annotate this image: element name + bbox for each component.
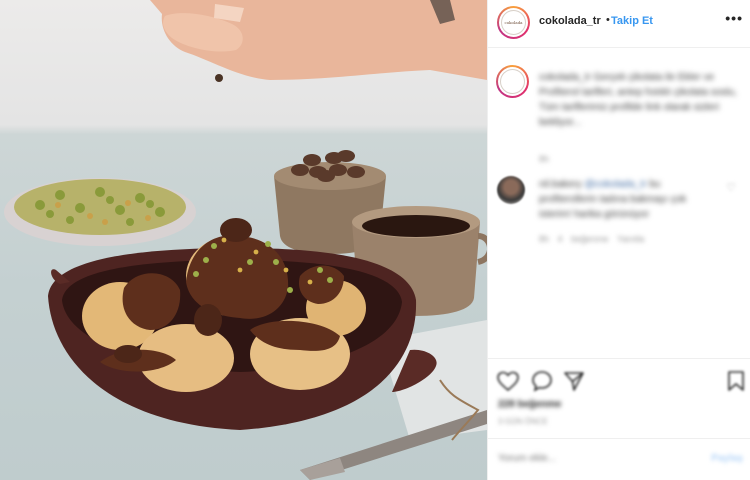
heart-icon[interactable] [496,369,520,393]
action-bar: 228 beğenme 3 GÜN ÖNCE [488,358,750,438]
commenter-avatar[interactable] [497,176,525,204]
post-image[interactable] [0,0,487,480]
caption-text: cokolada_tr Gerçek çikolata ile Ekler ve… [539,72,737,128]
share-plane-icon[interactable] [562,369,586,393]
post-header: cokolada cokolada_tr • Takip Et ••• [488,0,750,48]
more-options-icon[interactable]: ••• [725,10,743,26]
post-date: 3 GÜN ÖNCE [498,417,548,426]
comment-username[interactable]: nil.bakery [539,179,582,190]
post-comment-button[interactable]: Paylaş [711,453,743,464]
pistachio-bowl [4,178,196,246]
caption-avatar[interactable] [496,65,529,98]
comment-bubble-icon[interactable] [530,369,554,393]
username-link[interactable]: cokolada_tr [539,15,601,27]
comment: nil.bakery @cokolada_tr bu profiteroller… [539,177,714,222]
comment-meta: 8h 4 beğenme Yanıtla [539,234,645,244]
post-sidebar: cokolada cokolada_tr • Takip Et ••• coko… [487,0,750,480]
caption-timestamp: 8h [539,154,550,164]
comment-like-icon[interactable]: ♡ [726,181,736,194]
comment-mention[interactable]: @cokolada_tr [585,179,647,190]
hand-illustration [150,0,487,82]
avatar-inner: cokolada [499,8,528,37]
comment-input[interactable] [498,453,678,464]
profiterole-photo [4,0,487,480]
avatar[interactable]: cokolada [497,6,530,39]
bookmark-icon[interactable] [724,369,748,393]
spoon [300,410,487,480]
separator-dot: • [606,14,610,26]
add-comment-bar: Paylaş [488,438,750,480]
follow-button[interactable]: Takip Et [611,15,653,27]
likes-count[interactable]: 228 beğenme [498,399,561,410]
brand-logo [500,69,525,94]
brand-logo: cokolada [501,10,526,35]
avatar-inner [498,67,527,96]
